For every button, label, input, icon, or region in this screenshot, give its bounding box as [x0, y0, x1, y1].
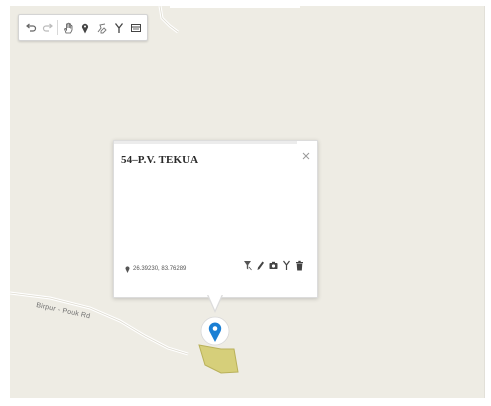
map-view[interactable]: Birpur - Pouk Rd 54–P.V. TEKUA 26.39230,… — [10, 6, 485, 398]
pencil-icon — [257, 261, 264, 270]
popup-actions — [240, 259, 305, 272]
layers-button[interactable] — [127, 18, 144, 37]
popup-tail — [208, 294, 222, 310]
redo-icon — [42, 23, 53, 32]
map-marker-icon[interactable] — [200, 316, 230, 348]
draw-line-icon — [97, 23, 107, 33]
popup-top-border — [114, 141, 297, 144]
split-icon — [283, 260, 290, 270]
photo-button[interactable] — [268, 259, 279, 272]
coordinates-text: 26.39230, 83.76289 — [133, 266, 187, 272]
toolbar-separator — [57, 20, 58, 35]
split-button[interactable] — [110, 18, 127, 37]
feature-popup: 54–P.V. TEKUA 26.39230, 83.76289 — [113, 140, 318, 313]
layers-icon — [130, 23, 141, 32]
redo-button[interactable] — [39, 18, 56, 37]
draw-line-button[interactable] — [93, 18, 110, 37]
delete-button[interactable] — [294, 259, 305, 272]
popup-title: 54–P.V. TEKUA — [121, 154, 199, 166]
undo-button[interactable] — [22, 18, 39, 37]
undo-icon — [25, 23, 36, 32]
hand-icon — [63, 22, 72, 33]
road-top-edge — [159, 6, 179, 33]
map-pin-icon — [81, 23, 88, 33]
edit-button[interactable] — [255, 259, 266, 272]
pan-button[interactable] — [59, 18, 76, 37]
edit-toolbar — [18, 14, 148, 41]
map-pin-icon — [125, 266, 130, 273]
split-icon — [114, 22, 123, 33]
add-point-button[interactable] — [76, 18, 93, 37]
filter-button[interactable] — [242, 259, 253, 272]
camera-icon — [269, 261, 278, 269]
coordinates-row: 26.39230, 83.76289 — [125, 265, 186, 273]
filter-icon — [244, 261, 252, 271]
trash-icon — [296, 260, 303, 271]
split-action-button[interactable] — [281, 259, 292, 272]
close-icon[interactable] — [301, 151, 311, 161]
